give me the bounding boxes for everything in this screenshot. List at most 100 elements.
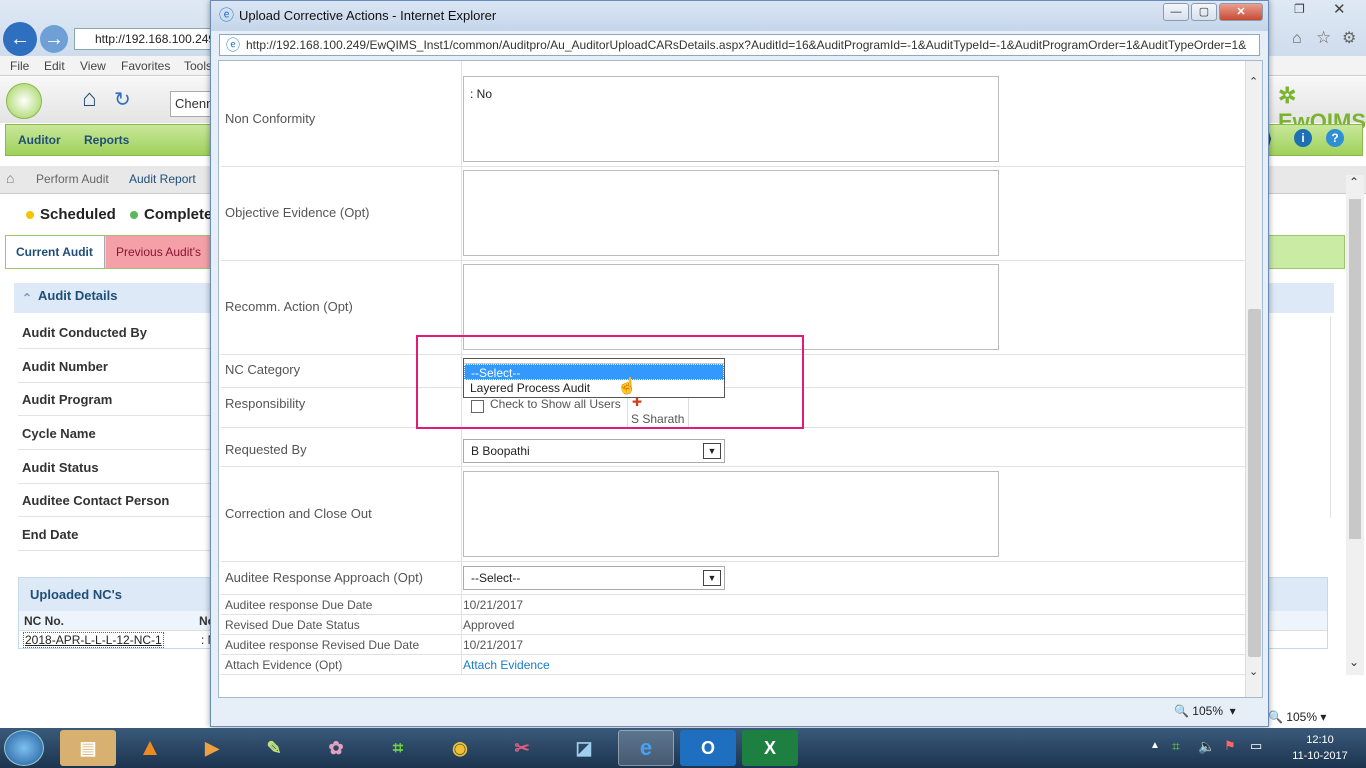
divider xyxy=(221,354,1245,355)
nav-reports[interactable]: Reports xyxy=(84,133,129,147)
minimize-button[interactable]: — xyxy=(1163,3,1189,21)
chrome-icon[interactable]: ◉ xyxy=(432,730,488,766)
settings-icon[interactable]: ⚙ xyxy=(1342,28,1356,48)
option-layered-process-audit[interactable]: Layered Process Audit xyxy=(464,380,724,396)
chevron-down-icon[interactable]: ▼ xyxy=(703,443,721,459)
popup-content: Non Conformity : No Objective Evidence (… xyxy=(218,60,1263,698)
bg-restore-icon[interactable]: ❐ xyxy=(1294,2,1305,16)
non-conformity-textarea[interactable]: : No xyxy=(463,76,999,162)
clock[interactable]: 12:10 11-10-2017 xyxy=(1280,732,1360,764)
chevron-down-icon[interactable]: ▼ xyxy=(703,570,721,586)
popup-title: Upload Corrective Actions - Internet Exp… xyxy=(239,8,497,23)
vlc-icon[interactable]: ▲ xyxy=(122,730,178,766)
label-nc-category: NC Category xyxy=(225,362,301,377)
hand-cursor-icon: ☝ xyxy=(617,378,637,395)
background-zoom-value: 105% xyxy=(1286,710,1317,724)
refresh-icon[interactable]: ↻ xyxy=(114,87,131,112)
home-nav-icon[interactable]: ⌂ xyxy=(82,85,97,113)
favorites-icon[interactable]: ☆ xyxy=(1316,28,1331,48)
tray-expand-icon[interactable]: ▲ xyxy=(1150,740,1160,751)
breadcrumb-audit-report[interactable]: Audit Report xyxy=(129,172,196,186)
collapse-icon[interactable]: ⌃ xyxy=(22,285,32,311)
scroll-down-icon[interactable]: ⌄ xyxy=(1249,665,1258,678)
detail-row-auditee-contact: Auditee Contact Person xyxy=(18,484,213,517)
detail-row-audit-program: Audit Program xyxy=(18,383,213,416)
menu-file[interactable]: File xyxy=(10,59,29,73)
breadcrumb-home-icon[interactable]: ⌂ xyxy=(6,170,14,186)
option-select[interactable]: --Select-- xyxy=(464,364,724,380)
action-center-icon[interactable]: ▭ xyxy=(1250,738,1262,754)
background-zoom[interactable]: 🔍 105% ▾ xyxy=(1268,708,1366,726)
label-requested-by: Requested By xyxy=(225,442,307,457)
close-button[interactable]: ✕ xyxy=(1219,3,1263,21)
label-revised-status: Revised Due Date Status xyxy=(225,618,360,632)
nav-auditor[interactable]: Auditor xyxy=(18,133,61,147)
attach-evidence-link[interactable]: Attach Evidence xyxy=(463,658,550,672)
tab-previous-audits[interactable]: Previous Audit's xyxy=(106,236,212,268)
location-select[interactable]: Chennai xyxy=(170,91,212,117)
background-address-bar[interactable]: http://192.168.100.249 xyxy=(74,28,214,50)
page-icon: ⓔ xyxy=(226,37,240,53)
clock-time: 12:10 xyxy=(1306,734,1334,746)
requested-by-value: B Boopathi xyxy=(471,444,530,458)
media-player-icon[interactable]: ▶ xyxy=(184,730,240,766)
popup-zoom[interactable]: 🔍 105% ▾ xyxy=(1174,700,1236,722)
bg-close-icon[interactable]: ✕ xyxy=(1333,0,1346,18)
label-non-conformity: Non Conformity xyxy=(225,111,316,126)
correction-textarea[interactable] xyxy=(463,471,999,557)
ie-icon: ⓔ xyxy=(219,7,235,24)
divider xyxy=(221,561,1245,562)
show-all-users-checkbox[interactable] xyxy=(471,400,484,413)
revised-due-value: 10/21/2017 xyxy=(463,638,524,652)
menu-favorites[interactable]: Favorites xyxy=(121,59,170,73)
divider xyxy=(221,614,1245,615)
divider xyxy=(221,654,1245,655)
label-responsibility: Responsibility xyxy=(225,396,306,411)
notes-icon[interactable]: ✎ xyxy=(246,730,302,766)
menu-edit[interactable]: Edit xyxy=(44,59,65,73)
volume-icon[interactable]: 🔈 xyxy=(1198,738,1215,755)
status-scheduled: Scheduled xyxy=(40,206,116,223)
nc-number-link[interactable]: 2018-APR-L-L-L-12-NC-1 xyxy=(23,632,164,648)
help-icon[interactable]: ? xyxy=(1326,129,1344,147)
scroll-down-icon[interactable]: ⌄ xyxy=(1349,655,1359,669)
recomm-action-textarea[interactable] xyxy=(463,264,999,350)
info-icon[interactable]: i xyxy=(1294,129,1312,147)
nc-category-dropdown[interactable]: --Select-- Layered Process Audit xyxy=(463,358,725,398)
popup-address-bar[interactable]: ⓔ http://192.168.100.249/EwQIMS_Inst1/co… xyxy=(219,34,1260,56)
explorer-icon[interactable]: ▤ xyxy=(60,730,116,766)
scroll-thumb[interactable] xyxy=(1248,309,1261,657)
response-approach-select[interactable]: --Select-- ▼ xyxy=(463,566,725,590)
home-icon[interactable]: ⌂ xyxy=(1292,30,1302,48)
paint-icon[interactable]: ✿ xyxy=(308,730,364,766)
breadcrumb-perform-audit[interactable]: Perform Audit xyxy=(36,172,109,186)
maximize-button[interactable]: ▢ xyxy=(1191,3,1217,21)
snipping-tool-icon[interactable]: ✂ xyxy=(494,730,550,766)
objective-evidence-textarea[interactable] xyxy=(463,170,999,256)
requested-by-select[interactable]: B Boopathi ▼ xyxy=(463,439,725,463)
start-button[interactable] xyxy=(4,730,44,766)
menu-tools[interactable]: Tools xyxy=(184,59,212,73)
scroll-up-icon[interactable]: ⌃ xyxy=(1349,175,1359,189)
background-scrollbar[interactable]: ⌃ ⌄ xyxy=(1346,175,1364,675)
outlook-icon[interactable]: O xyxy=(680,730,736,766)
audit-details-title: Audit Details xyxy=(38,288,118,303)
menu-view[interactable]: View xyxy=(80,59,106,73)
app-icon[interactable]: ⌗ xyxy=(370,730,426,766)
upload-corrective-actions-window: ⓔ Upload Corrective Actions - Internet E… xyxy=(210,0,1269,727)
forward-icon[interactable]: → xyxy=(40,25,68,53)
clock-date: 11-10-2017 xyxy=(1292,750,1348,762)
tray-app-icon[interactable]: ⌗ xyxy=(1172,738,1180,755)
label-response-approach: Auditee Response Approach (Opt) xyxy=(225,570,424,585)
scroll-up-icon[interactable]: ⌃ xyxy=(1249,75,1258,88)
back-icon[interactable]: ← xyxy=(3,22,37,56)
divider xyxy=(221,427,1245,428)
tab-current-audit[interactable]: Current Audit xyxy=(6,236,105,268)
network-icon[interactable]: ⚑ xyxy=(1224,738,1236,754)
label-correction-close-out: Correction and Close Out xyxy=(225,506,372,521)
popup-scrollbar[interactable]: ⌃ ⌄ xyxy=(1245,61,1262,697)
scroll-thumb[interactable] xyxy=(1349,199,1361,539)
excel-icon[interactable]: X xyxy=(742,730,798,766)
document-icon[interactable]: ◪ xyxy=(556,730,612,766)
internet-explorer-icon[interactable]: e xyxy=(618,730,674,766)
